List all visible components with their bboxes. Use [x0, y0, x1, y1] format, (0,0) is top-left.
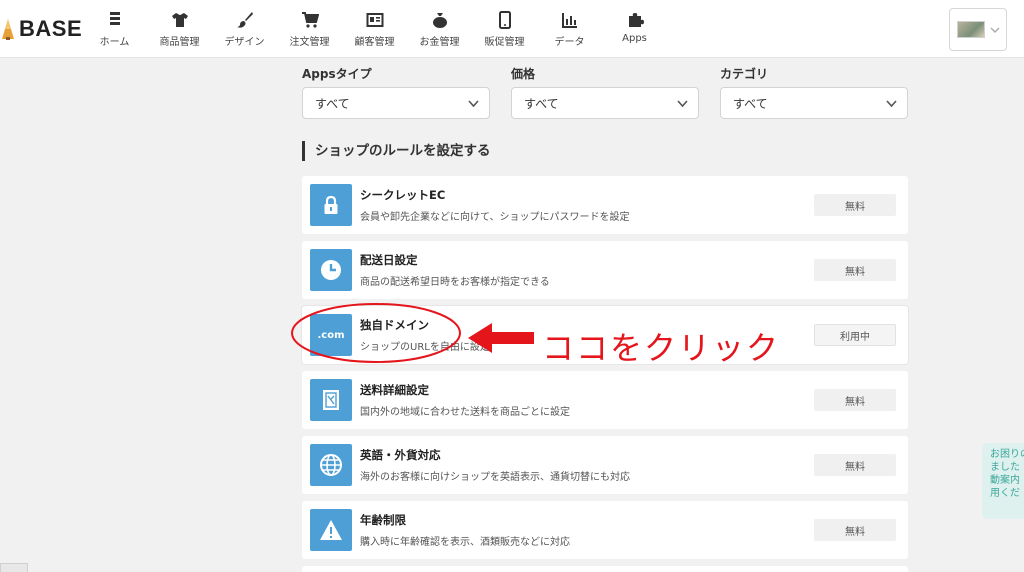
price-badge: 無料: [814, 389, 896, 411]
account-menu[interactable]: [949, 8, 1007, 51]
home-icon: [109, 12, 120, 25]
section-title: ショップのルールを設定する: [302, 141, 491, 161]
help-line: 用くだ: [990, 488, 1020, 499]
app-card-age-restriction[interactable]: 年齢制限 購入時に年齢確認を表示、酒類販売などに対応 無料: [302, 501, 908, 559]
nav-item-home[interactable]: ホーム: [82, 6, 147, 52]
app-title: シークレットEC: [360, 188, 446, 202]
nav-label: お金管理: [419, 37, 460, 48]
app-title: 配送日設定: [360, 253, 418, 267]
nav-label: Apps: [622, 33, 647, 44]
globe-icon: [310, 444, 352, 486]
price-badge: 無料: [814, 519, 896, 541]
category-select[interactable]: すべて: [720, 87, 908, 119]
main-nav: ホーム 商品管理 デザイン 注文管理 顧客管理 お金管理 販促管理 データ Ap…: [82, 6, 667, 52]
brush-icon: [236, 12, 253, 28]
select-value: すべて: [733, 96, 768, 111]
nav-item-customers[interactable]: 顧客管理: [342, 6, 407, 52]
app-card-secret-ec[interactable]: シークレットEC 会員や卸先企業などに向けて、ショップにパスワードを設定 無料: [302, 176, 908, 234]
app-description: 商品の配送希望日時をお客様が指定できる: [360, 277, 550, 288]
shirt-icon: [171, 13, 188, 27]
apps-type-select[interactable]: すべて: [302, 87, 490, 119]
select-value: すべて: [524, 96, 559, 111]
nav-item-money[interactable]: お金管理: [407, 6, 472, 52]
nav-label: データ: [554, 37, 585, 48]
nav-item-products[interactable]: 商品管理: [147, 6, 212, 52]
filter-label-category: カテゴリ: [720, 67, 769, 81]
help-line: 動案内: [990, 475, 1020, 486]
app-description: 購入時に年齢確認を表示、酒類販売などに対応: [360, 537, 570, 548]
price-select[interactable]: すべて: [511, 87, 699, 119]
money-bag-icon: [432, 13, 447, 28]
app-description: 海外のお客様に向けショップを英語表示、通貨切替にも対応: [360, 472, 630, 483]
chevron-down-icon: [886, 100, 897, 108]
dotcom-icon: .com: [310, 314, 352, 356]
nav-label: 商品管理: [159, 37, 200, 48]
dotcom-icon-text: .com: [317, 329, 345, 341]
id-card-icon: [366, 13, 383, 27]
chevron-down-icon: [677, 100, 688, 108]
stamp-icon: [310, 379, 352, 421]
select-value: すべて: [315, 96, 350, 111]
app-card-english-currency[interactable]: 英語・外貨対応 海外のお客様に向けショップを英語表示、通貨切替にも対応 無料: [302, 436, 908, 494]
nav-item-apps[interactable]: Apps: [602, 6, 667, 52]
price-badge: 無料: [814, 259, 896, 281]
corner-tab[interactable]: [0, 563, 28, 572]
help-chat-bubble[interactable]: お困りの ました 動案内 用くだ: [982, 443, 1024, 519]
nav-item-orders[interactable]: 注文管理: [277, 6, 342, 52]
cart-icon: [301, 12, 319, 28]
base-logo[interactable]: BASE: [0, 14, 82, 44]
top-navigation-bar: BASE ホーム 商品管理 デザイン 注文管理 顧客管理 お金管理 販促管理 デ…: [0, 0, 1024, 58]
app-title: 独自ドメイン: [360, 318, 429, 332]
nav-item-promotion[interactable]: 販促管理: [472, 6, 537, 52]
chevron-down-icon: [468, 100, 479, 108]
bar-chart-icon: [561, 13, 577, 28]
app-description: 会員や卸先企業などに向けて、ショップにパスワードを設定: [360, 212, 630, 223]
filter-label-price: 価格: [511, 67, 536, 81]
nav-label: 顧客管理: [354, 37, 395, 48]
nav-label: 注文管理: [289, 37, 330, 48]
nav-label: ホーム: [99, 37, 130, 48]
clock-icon: [310, 249, 352, 291]
app-title: 送料詳細設定: [360, 383, 429, 397]
smartphone-icon: [498, 11, 511, 29]
help-line: ました: [990, 462, 1020, 473]
nav-item-data[interactable]: データ: [537, 6, 602, 52]
app-card-delivery-date[interactable]: 配送日設定 商品の配送希望日時をお客様が指定できる 無料: [302, 241, 908, 299]
nav-item-design[interactable]: デザイン: [212, 6, 277, 52]
app-card-shipping-detail[interactable]: 送料詳細設定 国内外の地域に合わせた送料を商品ごとに設定 無料: [302, 371, 908, 429]
app-title: 英語・外貨対応: [360, 448, 441, 462]
chevron-down-icon: [990, 27, 1000, 33]
filter-label-apps-type: Appsタイプ: [302, 67, 372, 81]
app-card-partial[interactable]: [302, 566, 908, 572]
app-description: ショップのURLを自由に設定: [360, 342, 490, 353]
annotation-text: ココをクリック: [542, 329, 781, 367]
price-badge: 無料: [814, 194, 896, 216]
avatar: [957, 21, 985, 38]
in-use-badge: 利用中: [814, 324, 896, 346]
help-line: お困りの: [990, 449, 1024, 460]
nav-label: デザイン: [224, 37, 265, 48]
price-badge: 無料: [814, 454, 896, 476]
puzzle-icon: [628, 13, 644, 27]
warning-icon: [310, 509, 352, 551]
app-title: 年齢制限: [360, 513, 406, 527]
lock-icon: [310, 184, 352, 226]
logo-text: BASE: [19, 16, 83, 41]
nav-label: 販促管理: [484, 37, 525, 48]
base-logo-icon: [2, 19, 14, 40]
app-description: 国内外の地域に合わせた送料を商品ごとに設定: [360, 407, 570, 418]
